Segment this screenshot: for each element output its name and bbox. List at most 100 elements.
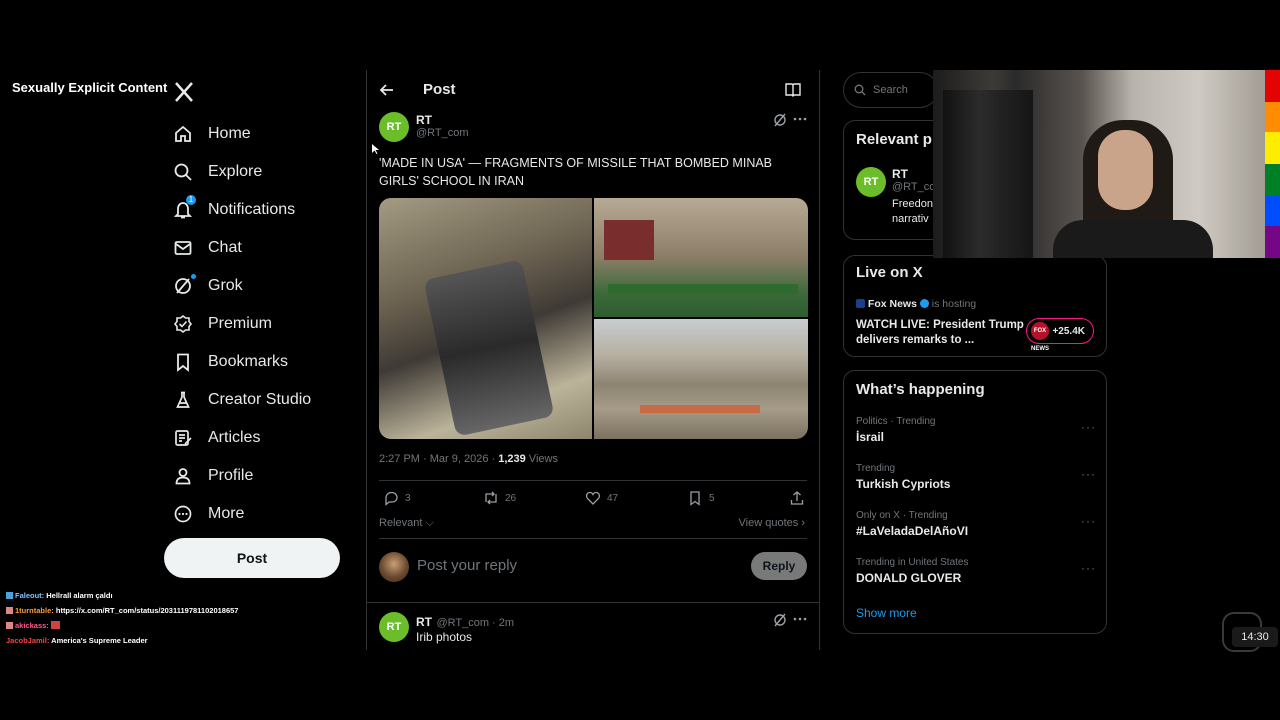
more-options-icon[interactable]: ··· (1081, 561, 1096, 575)
chat-text: America's Supreme Leader (51, 636, 148, 645)
my-avatar[interactable] (379, 552, 409, 582)
more-options-icon[interactable]: ··· (1081, 420, 1096, 434)
relevant-name: RT (892, 167, 908, 181)
reply-button[interactable]: Reply (751, 552, 807, 580)
x-logo-icon[interactable] (172, 80, 196, 104)
chat-message: 1turntable: https://x.com/RT_com/status/… (6, 603, 238, 618)
more-options-icon[interactable]: ··· (1081, 514, 1096, 528)
nav-notifications[interactable]: 1 Notifications (170, 191, 370, 229)
mouse-cursor-icon (372, 144, 379, 154)
nav-grok[interactable]: Grok (170, 267, 370, 305)
live-on-x-card: Live on X Fox News is hosting WATCH LIVE… (843, 255, 1107, 357)
repost-icon (485, 491, 497, 505)
trend-item[interactable]: Trending in United States DONALD GLOVER … (856, 557, 1100, 585)
streamer-face-shape (1098, 130, 1153, 210)
table-shape (608, 284, 798, 294)
verified-badge-icon (919, 299, 929, 308)
divider (379, 538, 807, 539)
nav-label: Premium (208, 315, 273, 332)
nav-label: Creator Studio (208, 391, 312, 408)
nav-home[interactable]: Home (170, 115, 370, 153)
view-quotes-link[interactable]: View quotes › (739, 517, 805, 529)
relevant-user[interactable]: RT @RT_co Freedon narrativ (892, 167, 935, 227)
notification-badge: 1 (186, 195, 196, 205)
nav-label: Articles (208, 429, 261, 446)
like-action[interactable]: 47 (585, 490, 618, 506)
relevant-avatar[interactable]: RT (856, 167, 886, 197)
sort-replies-dropdown[interactable]: Relevant ⌵ (379, 517, 434, 530)
nav-label: Notifications (208, 201, 296, 218)
author-avatar[interactable]: RT (379, 112, 409, 142)
more-options-icon[interactable]: ··· (1081, 467, 1096, 481)
author-name[interactable]: RT (416, 113, 469, 127)
live-listener-pill[interactable]: FOX NEWS +25.4K (1026, 318, 1094, 352)
chat-text: Hellrall alarm çaldı (46, 591, 113, 600)
bookmark-action[interactable]: 5 (687, 490, 715, 506)
chat-badge-icon (6, 592, 13, 599)
reader-icon[interactable] (785, 83, 801, 97)
media-photo-rubble[interactable] (594, 319, 808, 439)
trend-item[interactable]: Politics · Trending İsrail ··· (856, 416, 1100, 444)
person-icon (170, 463, 196, 489)
nav-label: Home (208, 125, 251, 142)
live-host[interactable]: Fox News is hosting (856, 298, 976, 310)
nav-label: Bookmarks (208, 353, 289, 370)
nav-articles[interactable]: Articles (170, 419, 370, 457)
grok-explain-icon[interactable] (773, 113, 787, 127)
relevant-handle: @RT_co (892, 181, 936, 193)
streamer-body-shape (1053, 220, 1213, 258)
reply-author-handle[interactable]: @RT_com · 2m (436, 617, 514, 629)
tweet-text: 'MADE IN USA' — FRAGMENTS OF MISSILE THA… (379, 156, 773, 188)
more-options-icon[interactable] (793, 116, 807, 122)
tweet-time[interactable]: 2:27 PM · Mar 9, 2026 · (379, 453, 498, 465)
chat-text: https://x.com/RT_com/status/203111978110… (55, 606, 239, 615)
live-avatar: FOX NEWS (1031, 322, 1049, 352)
author-handle[interactable]: @RT_com (416, 127, 469, 139)
live-broadcast-title[interactable]: WATCH LIVE: President Trump delivers rem… (856, 318, 1026, 348)
live-host-name: Fox News (867, 298, 917, 310)
home-icon (170, 121, 196, 147)
reply-count: 3 (405, 492, 411, 504)
tweet-meta: 2:27 PM · Mar 9, 2026 · 1,239 Views (379, 453, 558, 465)
nav-creator-studio[interactable]: Creator Studio (170, 381, 370, 419)
reply-input[interactable]: Post your reply (417, 557, 517, 574)
chat-user: 1turntable: (15, 606, 54, 615)
mail-icon (170, 235, 196, 261)
reply-author-name[interactable]: RT (416, 615, 432, 629)
trend-name: DONALD GLOVER (856, 571, 962, 585)
bookmark-icon (690, 491, 700, 506)
live-host-suffix: is hosting (931, 298, 977, 310)
nav-profile[interactable]: Profile (170, 457, 370, 495)
live-title: Live on X (856, 264, 923, 281)
media-photo-fragment[interactable] (379, 198, 592, 439)
nav-more[interactable]: More (170, 495, 370, 533)
repost-action[interactable]: 26 (483, 490, 516, 506)
post-button[interactable]: Post (164, 538, 340, 578)
nav-explore[interactable]: Explore (170, 153, 370, 191)
nav-bookmarks[interactable]: Bookmarks (170, 343, 370, 381)
nav-premium[interactable]: Premium (170, 305, 370, 343)
trend-item[interactable]: Only on X · Trending #LaVeladaDelAñoVI ·… (856, 510, 1100, 538)
back-arrow-icon[interactable] (379, 82, 395, 98)
nav-chat[interactable]: Chat (170, 229, 370, 267)
grok-explain-icon[interactable] (773, 613, 787, 627)
search-icon (854, 84, 866, 96)
search-input[interactable]: Search (843, 72, 938, 108)
trend-context: Trending (856, 463, 896, 474)
bio-line: Freedon (892, 198, 933, 210)
reply-action[interactable]: 3 (383, 490, 411, 506)
chat-badge-icon (6, 622, 13, 629)
chat-user: JacobJamil: (6, 636, 50, 645)
chevron-right-icon: › (798, 517, 805, 529)
post-header: Post (367, 70, 819, 112)
reply-author-avatar[interactable]: RT (379, 612, 409, 642)
clock-widget: 14:30 (1232, 627, 1278, 647)
more-options-icon[interactable] (793, 616, 807, 622)
flag-emote-icon (50, 621, 60, 629)
heart-icon (585, 491, 601, 505)
show-more-link[interactable]: Show more (856, 606, 917, 620)
reply-tweet-text: Irib photos (416, 630, 473, 644)
share-action[interactable] (789, 490, 811, 506)
media-photo-table[interactable] (594, 198, 808, 317)
trend-item[interactable]: Trending Turkish Cypriots ··· (856, 463, 1100, 491)
